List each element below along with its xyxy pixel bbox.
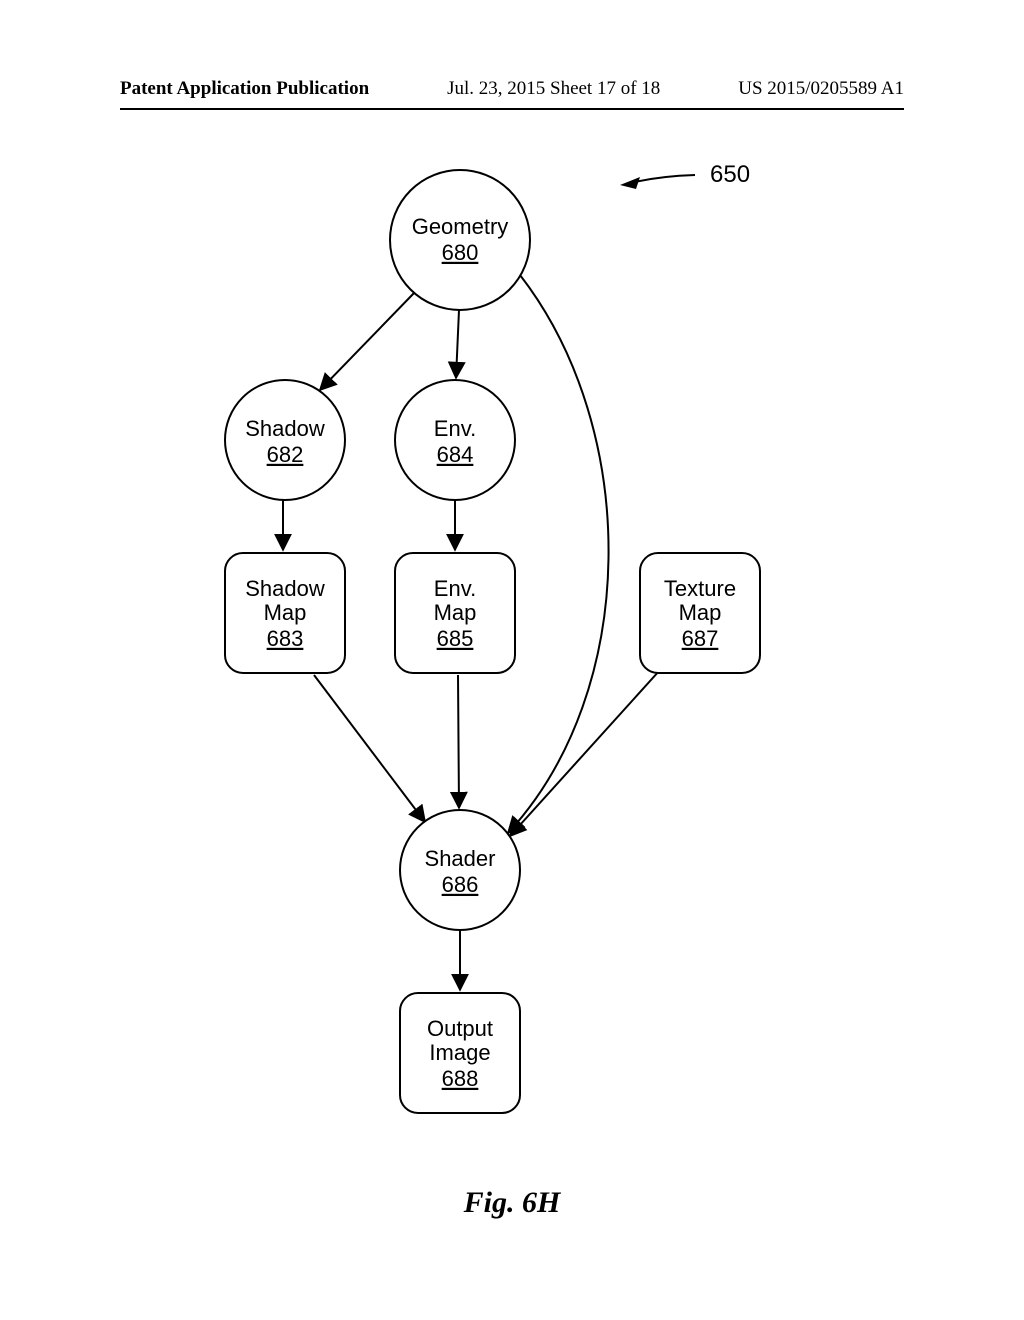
texturemap-label1: Texture bbox=[664, 576, 736, 601]
texturemap-ref: 687 bbox=[682, 626, 719, 651]
geometry-label: Geometry bbox=[412, 214, 509, 239]
node-shadow: Shadow 682 bbox=[225, 380, 345, 500]
diagram-svg: 650 Geometry 680 bbox=[0, 130, 1024, 1250]
env-ref: 684 bbox=[437, 442, 474, 467]
figure-caption: Fig. 6H bbox=[0, 1186, 1024, 1220]
edge-envmap-shader bbox=[458, 675, 459, 808]
callout-ref: 650 bbox=[710, 161, 750, 188]
output-ref: 688 bbox=[442, 1066, 479, 1091]
shadowmap-ref: 683 bbox=[267, 626, 304, 651]
envmap-label1: Env. bbox=[434, 576, 476, 601]
edge-geometry-shader bbox=[508, 275, 609, 833]
page: Patent Application Publication Jul. 23, … bbox=[0, 0, 1024, 1320]
header-left: Patent Application Publication bbox=[120, 78, 369, 100]
geometry-ref: 680 bbox=[442, 240, 479, 265]
env-label: Env. bbox=[434, 416, 476, 441]
shader-ref: 686 bbox=[442, 872, 479, 897]
envmap-label2: Map bbox=[434, 600, 477, 625]
header-row: Patent Application Publication Jul. 23, … bbox=[120, 78, 904, 110]
header-right: US 2015/0205589 A1 bbox=[738, 78, 904, 100]
node-output: Output Image 688 bbox=[400, 993, 520, 1113]
edge-geometry-env bbox=[456, 310, 459, 378]
shadowmap-label2: Map bbox=[264, 600, 307, 625]
shadow-ref: 682 bbox=[267, 442, 304, 467]
edge-geometry-shadow bbox=[320, 292, 415, 390]
envmap-ref: 685 bbox=[437, 626, 474, 651]
node-shadowmap: Shadow Map 683 bbox=[225, 553, 345, 673]
shadowmap-label1: Shadow bbox=[245, 576, 325, 601]
edge-texturemap-shader bbox=[510, 670, 660, 836]
edge-shadowmap-shader bbox=[314, 675, 425, 822]
shader-label: Shader bbox=[425, 846, 496, 871]
node-texturemap: Texture Map 687 bbox=[640, 553, 760, 673]
callout-650: 650 bbox=[620, 161, 750, 189]
node-envmap: Env. Map 685 bbox=[395, 553, 515, 673]
output-label2: Image bbox=[429, 1040, 490, 1065]
node-shader: Shader 686 bbox=[400, 810, 520, 930]
output-label1: Output bbox=[427, 1016, 493, 1041]
node-geometry: Geometry 680 bbox=[390, 170, 530, 310]
header-mid: Jul. 23, 2015 Sheet 17 of 18 bbox=[447, 78, 660, 100]
node-env: Env. 684 bbox=[395, 380, 515, 500]
texturemap-label2: Map bbox=[679, 600, 722, 625]
page-header: Patent Application Publication Jul. 23, … bbox=[0, 78, 1024, 118]
shadow-label: Shadow bbox=[245, 416, 325, 441]
